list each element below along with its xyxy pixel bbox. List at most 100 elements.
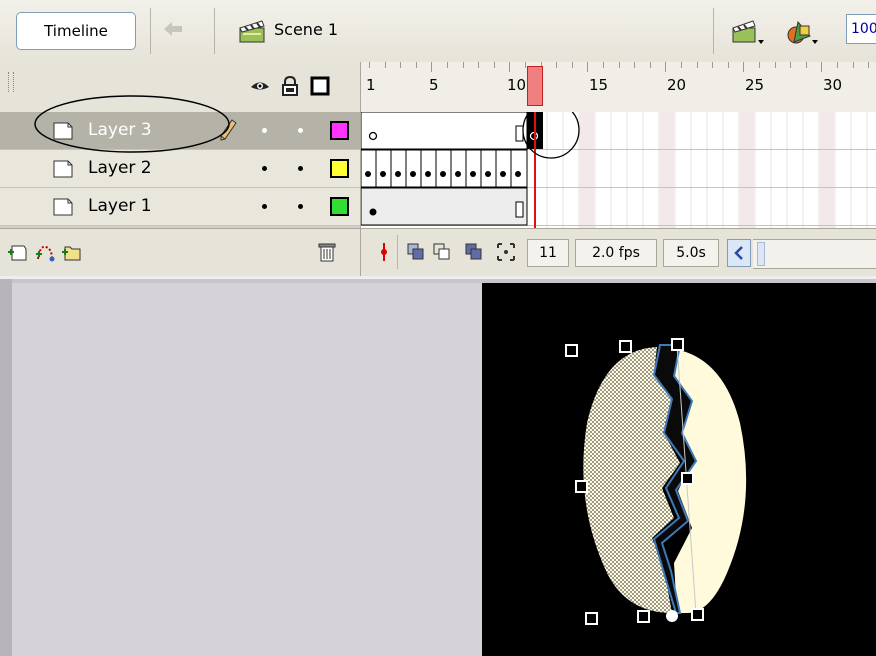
ruler-tick — [415, 62, 417, 68]
add-motion-guide-icon[interactable] — [34, 241, 56, 263]
layer-name[interactable]: Layer 1 — [88, 196, 152, 216]
elapsed-time-display: 5.0s — [663, 239, 719, 267]
lock-dot[interactable] — [298, 166, 303, 171]
layer-icon — [53, 160, 73, 178]
flash-app-window: Timeline Scene 1 100 1 5 10 15 20 25 30 … — [0, 0, 876, 656]
layer-tools-bar — [0, 228, 360, 277]
stage-area — [0, 276, 876, 656]
ruler-tick — [571, 62, 573, 68]
ruler-tick — [837, 62, 838, 68]
ruler-tick — [447, 62, 448, 68]
ruler-label: 15 — [589, 76, 609, 94]
edit-scene-icon[interactable] — [730, 16, 766, 48]
scroll-left-button[interactable] — [727, 239, 751, 267]
ruler-tick — [493, 62, 495, 68]
frame-cells[interactable] — [361, 112, 876, 228]
ruler-tick — [369, 62, 370, 68]
toolbar-separator — [150, 8, 151, 54]
ruler-tick — [712, 62, 714, 68]
layer-icon — [53, 198, 73, 216]
ruler-tick — [587, 62, 589, 72]
stage-artwork[interactable] — [482, 283, 876, 656]
ruler-tick — [634, 62, 636, 68]
eye-icon[interactable] — [250, 76, 270, 96]
frame-grid[interactable] — [360, 112, 876, 228]
center-frame-icon[interactable] — [373, 241, 395, 263]
edit-symbols-icon[interactable] — [784, 16, 820, 48]
lock-icon[interactable] — [280, 76, 300, 96]
ruler-tick — [525, 62, 526, 68]
frame-rate-display[interactable]: 2.0 fps — [575, 239, 657, 267]
horizontal-scrollbar[interactable] — [753, 239, 876, 269]
ruler-tick — [681, 62, 682, 68]
trash-icon[interactable] — [316, 241, 338, 263]
layer-color-swatch[interactable] — [330, 197, 349, 216]
scrollbar-thumb[interactable] — [757, 242, 765, 266]
outline-icon[interactable] — [310, 76, 330, 96]
ruler-tick — [462, 62, 464, 68]
toolbar-separator — [397, 235, 398, 269]
edit-bar: Timeline Scene 1 100 — [0, 0, 876, 63]
ruler-tick — [649, 62, 651, 68]
ruler-label: 1 — [366, 76, 376, 94]
current-frame-display: 11 — [527, 239, 569, 267]
timeline-button[interactable]: Timeline — [16, 12, 136, 50]
ruler-tick — [603, 62, 604, 68]
work-area[interactable] — [12, 283, 482, 656]
ruler-tick — [743, 62, 745, 72]
scene-clapper-icon — [239, 20, 265, 43]
stage-left-border — [0, 279, 12, 656]
ruler-label: 30 — [823, 76, 843, 94]
ruler-label: 10 — [507, 76, 527, 94]
onion-skin-outlines-icon[interactable] — [431, 241, 453, 263]
ruler-tick — [759, 62, 760, 68]
back-arrow-icon[interactable] — [162, 20, 184, 38]
ruler-tick — [618, 62, 620, 68]
visibility-dot[interactable] — [262, 166, 267, 171]
chevron-left-icon — [734, 246, 743, 260]
ruler-tick — [478, 62, 480, 68]
ruler-tick — [400, 62, 402, 68]
frame-ruler[interactable]: 1 5 10 15 20 25 30 — [360, 62, 876, 113]
layer-row[interactable]: Layer 2 — [0, 150, 360, 188]
layer-color-swatch[interactable] — [330, 121, 349, 140]
ruler-tick — [821, 62, 823, 72]
ruler-tick — [774, 62, 776, 68]
ruler-tick — [805, 62, 807, 68]
onion-skin-icon[interactable] — [405, 241, 427, 263]
layer-name[interactable]: Layer 2 — [88, 158, 152, 178]
layer-name[interactable]: Layer 3 — [88, 120, 152, 140]
insert-layer-icon[interactable] — [6, 241, 28, 263]
lock-dot[interactable] — [298, 204, 303, 209]
insert-folder-icon[interactable] — [60, 241, 82, 263]
ruler-tick — [727, 62, 729, 68]
toolbar-separator — [214, 8, 215, 54]
ruler-tick — [384, 62, 386, 68]
layer-color-swatch[interactable] — [330, 159, 349, 178]
ruler-tick — [696, 62, 698, 68]
ruler-label: 25 — [745, 76, 765, 94]
lock-dot[interactable] — [298, 128, 303, 133]
layer-row[interactable]: Layer 3 — [0, 112, 360, 150]
ruler-label: 5 — [429, 76, 439, 94]
ruler-tick — [852, 62, 854, 68]
ruler-tick — [431, 62, 433, 72]
layer-icon — [53, 122, 73, 140]
stage[interactable] — [482, 283, 876, 656]
toolbar-separator — [713, 8, 714, 54]
panel-grip[interactable] — [8, 72, 14, 92]
ruler-tick — [509, 62, 511, 72]
ruler-tick — [556, 62, 558, 68]
ruler-tick — [868, 62, 870, 68]
layer-row[interactable]: Layer 1 — [0, 188, 360, 226]
visibility-dot[interactable] — [262, 204, 267, 209]
playhead-handle[interactable] — [527, 66, 543, 106]
frame-tools-bar: 11 2.0 fps 5.0s — [360, 228, 876, 277]
ruler-tick — [665, 62, 667, 72]
visibility-dot[interactable] — [262, 128, 267, 133]
zoom-field[interactable]: 100 — [846, 14, 876, 44]
modify-onion-markers-icon[interactable] — [495, 241, 517, 263]
ruler-label: 20 — [667, 76, 687, 94]
pencil-icon — [220, 119, 237, 141]
edit-multiple-frames-icon[interactable] — [463, 241, 485, 263]
